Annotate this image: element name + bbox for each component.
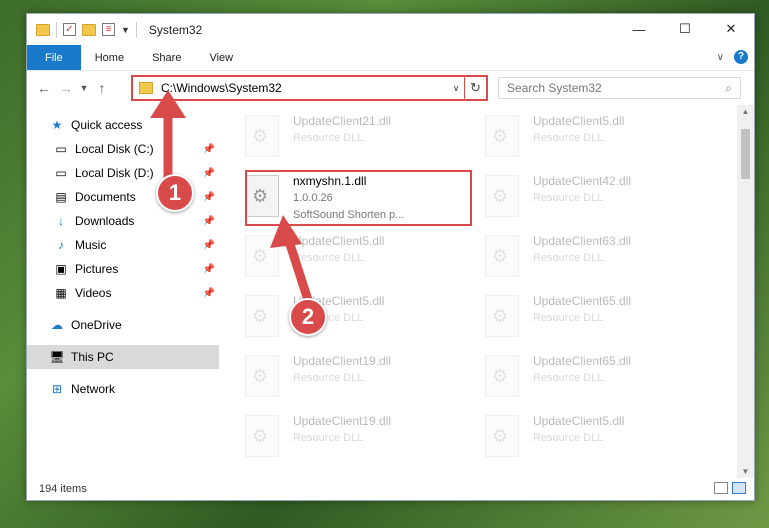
dll-file-icon xyxy=(485,355,519,397)
scrollbar-thumb[interactable] xyxy=(741,129,750,179)
file-item[interactable]: UpdateClient65.dllResource DLL xyxy=(485,353,705,403)
nav-item-this-pc[interactable]: 🖥 This PC xyxy=(27,345,219,369)
recent-locations-icon[interactable]: ▼ xyxy=(77,83,91,93)
documents-icon: ▤ xyxy=(55,190,67,204)
dll-file-icon xyxy=(245,295,279,337)
pin-icon: 📌 xyxy=(202,167,215,179)
file-item[interactable]: UpdateClient63.dllResource DLL xyxy=(485,233,705,283)
music-icon: ♪ xyxy=(58,238,64,252)
downloads-icon: ↓ xyxy=(58,214,64,228)
ribbon-tabs: File Home Share View ∨ ? xyxy=(27,45,754,71)
search-placeholder: Search System32 xyxy=(507,81,602,95)
file-item[interactable]: UpdateClient21.dllResource DLL xyxy=(245,113,465,163)
star-icon: ★ xyxy=(51,118,63,132)
file-item[interactable]: UpdateClient65.dllResource DLL xyxy=(485,293,705,343)
pin-icon: 📌 xyxy=(202,143,215,155)
file-item[interactable]: UpdateClient5.dllResource DLL xyxy=(485,413,705,463)
drive-icon: ▭ xyxy=(55,166,67,180)
scroll-down-icon[interactable]: ▼ xyxy=(737,467,754,476)
dll-file-icon xyxy=(245,415,279,457)
search-icon: ⌕ xyxy=(725,80,732,95)
address-path[interactable]: C:\Windows\System32 xyxy=(161,81,448,95)
file-item[interactable]: UpdateClient5.dllResource DLL xyxy=(245,233,465,283)
customize-icon[interactable]: ≡ xyxy=(102,23,115,36)
computer-icon: 🖥 xyxy=(49,350,65,364)
chevron-down-icon[interactable]: ▼ xyxy=(121,25,130,35)
videos-icon: ▦ xyxy=(55,286,67,300)
new-folder-icon[interactable] xyxy=(82,23,96,36)
pin-icon: 📌 xyxy=(202,239,215,251)
nav-item-pictures[interactable]: ▣ Pictures 📌 xyxy=(27,257,219,281)
tab-share[interactable]: Share xyxy=(138,45,195,70)
item-count: 194 items xyxy=(39,483,87,495)
dll-file-icon xyxy=(245,115,279,157)
file-item[interactable]: UpdateClient19.dllResource DLL xyxy=(245,413,465,463)
maximize-button[interactable]: ☐ xyxy=(662,14,708,44)
vertical-scrollbar[interactable]: ▲ ▼ xyxy=(737,105,754,478)
file-item[interactable]: UpdateClient5.dllResource DLL xyxy=(245,293,465,343)
folder-icon xyxy=(139,82,153,94)
quick-access-toolbar: ✓ ≡ ▼ xyxy=(27,21,137,38)
dll-file-icon xyxy=(485,115,519,157)
pin-icon: 📌 xyxy=(202,287,215,299)
dll-file-icon xyxy=(485,235,519,277)
network-icon: ⊞ xyxy=(51,382,63,396)
minimize-button[interactable]: — xyxy=(616,14,662,44)
nav-item-music[interactable]: ♪ Music 📌 xyxy=(27,233,219,257)
expand-ribbon-icon[interactable]: ∨ xyxy=(717,52,724,63)
address-bar[interactable]: C:\Windows\System32 ∨ ↻ xyxy=(131,75,488,101)
navigation-bar: ← → ▼ ↑ C:\Windows\System32 ∨ ↻ Search S… xyxy=(27,71,754,105)
properties-icon[interactable]: ✓ xyxy=(63,23,76,36)
callout-1: 1 xyxy=(156,174,194,212)
title-bar: ✓ ≡ ▼ System32 — ☐ ✕ xyxy=(27,14,754,45)
nav-item-downloads[interactable]: ↓ Downloads 📌 xyxy=(27,209,219,233)
details-view-icon[interactable] xyxy=(714,482,728,494)
tab-file[interactable]: File xyxy=(27,45,81,70)
search-input[interactable]: Search System32 ⌕ xyxy=(498,77,741,99)
tab-home[interactable]: Home xyxy=(81,45,138,70)
address-dropdown-icon[interactable]: ∨ xyxy=(448,83,464,94)
nav-item-videos[interactable]: ▦ Videos 📌 xyxy=(27,281,219,305)
dll-file-icon xyxy=(485,295,519,337)
pin-icon: 📌 xyxy=(202,191,215,203)
dll-file-icon xyxy=(485,415,519,457)
nav-item-local-disk-c[interactable]: ▭ Local Disk (C:) 📌 xyxy=(27,137,219,161)
up-icon[interactable]: ↑ xyxy=(91,80,113,96)
pictures-icon: ▣ xyxy=(55,262,67,276)
file-item[interactable]: UpdateClient42.dllResource DLL xyxy=(485,173,705,223)
help-icon[interactable]: ? xyxy=(734,50,748,64)
navigation-pane: ★ Quick access ▭ Local Disk (C:) 📌 ▭ Loc… xyxy=(27,105,219,478)
dll-file-icon xyxy=(245,235,279,277)
folder-icon xyxy=(36,23,50,36)
close-button[interactable]: ✕ xyxy=(708,14,754,44)
nav-item-network[interactable]: ⊞ Network xyxy=(27,377,219,401)
large-icons-view-icon[interactable] xyxy=(732,482,746,494)
file-list: UpdateClient21.dllResource DLL nxmyshn.1… xyxy=(219,105,754,478)
drive-icon: ▭ xyxy=(55,142,67,156)
back-icon[interactable]: ← xyxy=(33,80,55,96)
pin-icon: 📌 xyxy=(202,215,215,227)
window-title: System32 xyxy=(148,22,203,37)
scroll-up-icon[interactable]: ▲ xyxy=(737,107,754,116)
refresh-icon[interactable]: ↻ xyxy=(464,77,486,99)
tab-view[interactable]: View xyxy=(195,45,247,70)
callout-2: 2 xyxy=(289,298,327,336)
pin-icon: 📌 xyxy=(202,263,215,275)
file-item[interactable]: UpdateClient19.dllResource DLL xyxy=(245,353,465,403)
nav-item-onedrive[interactable]: ☁ OneDrive xyxy=(27,313,219,337)
file-explorer-window: ✓ ≡ ▼ System32 — ☐ ✕ File Home Share Vie… xyxy=(26,13,755,501)
cloud-icon: ☁ xyxy=(51,318,63,332)
dll-file-icon xyxy=(485,175,519,217)
nav-item-quick-access[interactable]: ★ Quick access xyxy=(27,113,219,137)
file-highlight-box xyxy=(245,170,472,226)
forward-icon[interactable]: → xyxy=(55,80,77,96)
status-bar: 194 items xyxy=(27,478,754,500)
dll-file-icon xyxy=(245,355,279,397)
file-item[interactable]: UpdateClient5.dllResource DLL xyxy=(485,113,705,163)
